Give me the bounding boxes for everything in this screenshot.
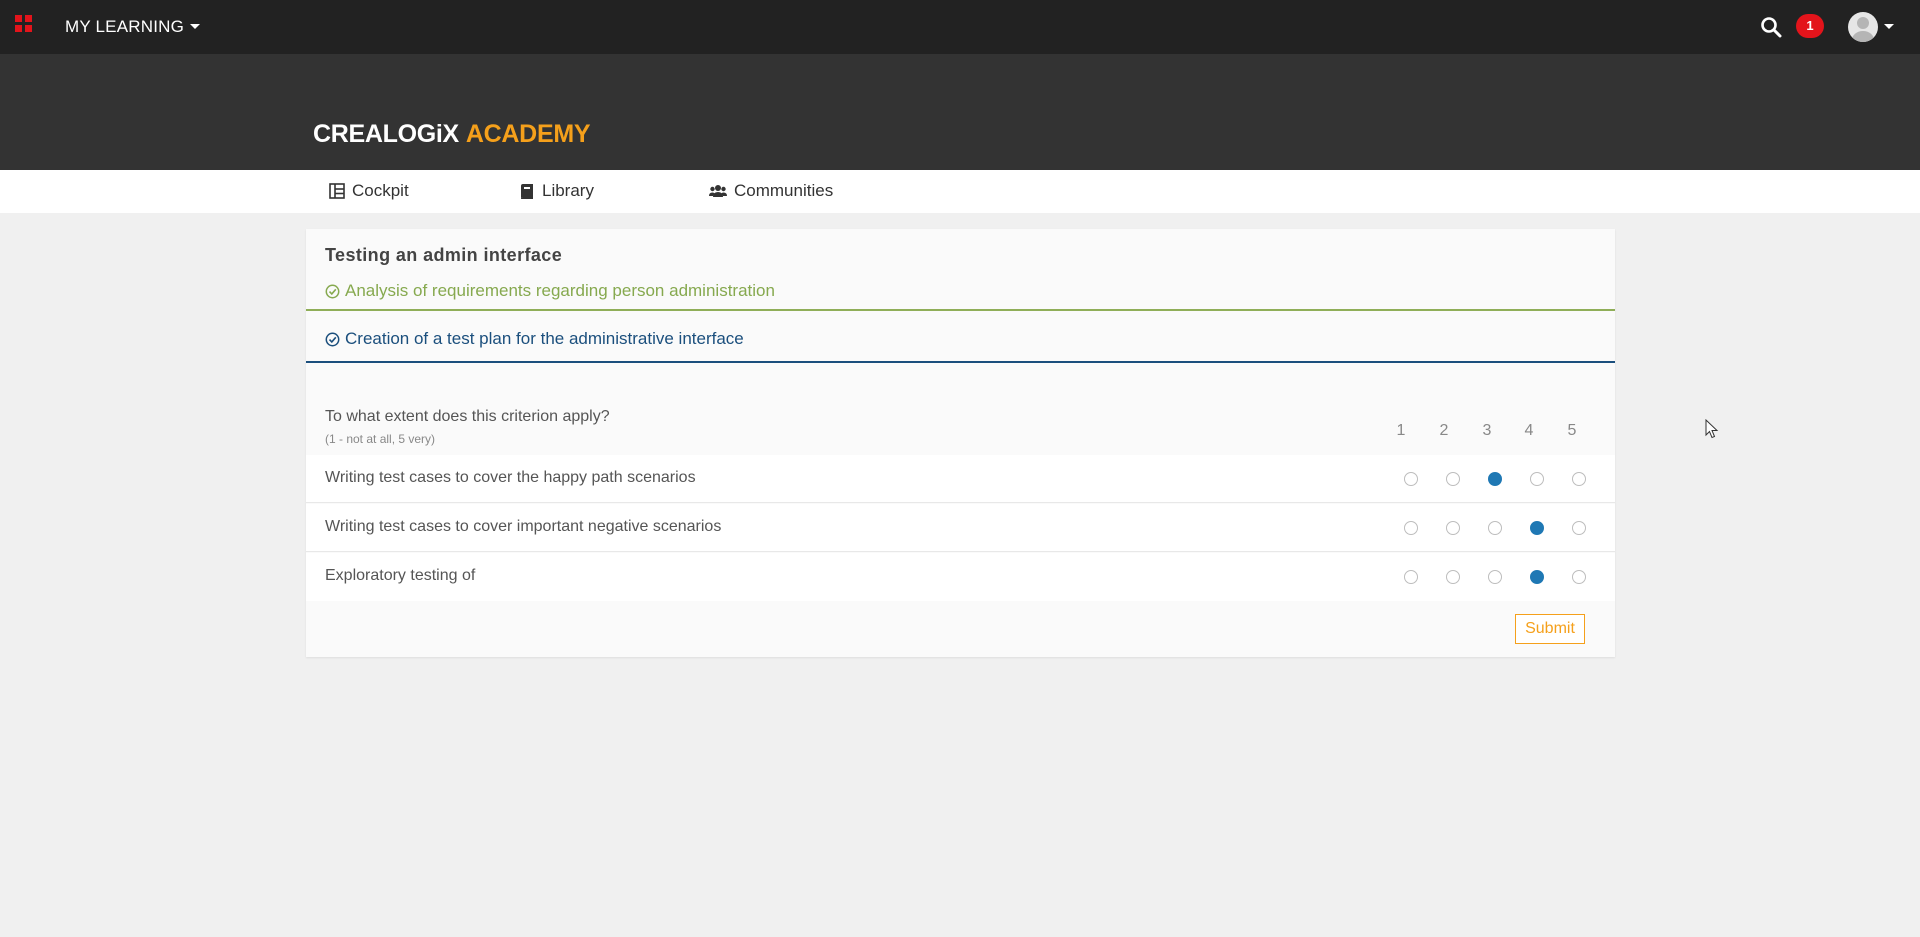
users-icon: [709, 185, 727, 197]
mouse-cursor-icon: [1705, 419, 1719, 439]
assessment-card: Testing an admin interface Analysis of r…: [306, 229, 1615, 657]
submit-button[interactable]: Submit: [1515, 614, 1585, 644]
rating-radio-5[interactable]: [1572, 570, 1586, 584]
rating-radio-4[interactable]: [1530, 570, 1544, 584]
rating-radio-1[interactable]: [1404, 472, 1418, 486]
nav-communities[interactable]: Communities: [709, 181, 833, 201]
notification-badge[interactable]: 1: [1796, 14, 1824, 38]
rating-radio-1[interactable]: [1404, 570, 1418, 584]
criterion-label: Writing test cases to cover important ne…: [325, 518, 722, 535]
criterion-row: Exploratory testing of: [306, 553, 1615, 601]
scale-label-4: 4: [1524, 422, 1534, 439]
criterion-label: Writing test cases to cover the happy pa…: [325, 469, 696, 486]
rating-radio-4[interactable]: [1530, 472, 1544, 486]
user-icon: [1852, 17, 1874, 42]
nav-cockpit[interactable]: Cockpit: [329, 181, 409, 201]
check-circle-icon: [325, 332, 340, 346]
criterion-row: Writing test cases to cover important ne…: [306, 504, 1615, 552]
nav-library-label: Library: [542, 181, 594, 200]
rating-radio-3[interactable]: [1488, 521, 1502, 535]
question-text: To what extent does this criterion apply…: [325, 408, 610, 425]
section-test-plan[interactable]: Creation of a test plan for the administ…: [306, 313, 1615, 363]
rating-radio-4[interactable]: [1530, 521, 1544, 535]
criterion-row: Writing test cases to cover the happy pa…: [306, 455, 1615, 503]
scale-label-2: 2: [1439, 422, 1449, 439]
nav-communities-label: Communities: [734, 181, 834, 200]
search-icon[interactable]: [1760, 16, 1782, 38]
section-label: Creation of a test plan for the administ…: [345, 329, 744, 348]
rating-radio-2[interactable]: [1446, 570, 1460, 584]
section-requirements-analysis[interactable]: Analysis of requirements regarding perso…: [306, 259, 1615, 311]
scale-label-1: 1: [1396, 422, 1406, 439]
brand-logo[interactable]: CREALOGiX ACADEMY: [313, 120, 591, 149]
main-nav: Cockpit Library Communities: [0, 170, 1920, 213]
rating-radio-5[interactable]: [1572, 521, 1586, 535]
rating-radio-3[interactable]: [1488, 472, 1502, 486]
section-label: Analysis of requirements regarding perso…: [345, 281, 775, 300]
rating-radio-2[interactable]: [1446, 472, 1460, 486]
logo-text-accent: ACADEMY: [465, 120, 591, 148]
scale-label-3: 3: [1482, 422, 1492, 439]
rating-radio-3[interactable]: [1488, 570, 1502, 584]
rating-radio-2[interactable]: [1446, 521, 1460, 535]
dashboard-icon: [329, 183, 345, 199]
rating-radio-1[interactable]: [1404, 521, 1418, 535]
apps-grid-icon[interactable]: [15, 15, 43, 39]
chevron-down-icon: [190, 23, 201, 29]
question-header: To what extent does this criterion apply…: [306, 395, 1615, 455]
my-learning-menu[interactable]: MY LEARNING: [65, 17, 201, 37]
nav-library[interactable]: Library: [519, 181, 594, 201]
check-circle-icon: [325, 284, 340, 298]
rating-radio-5[interactable]: [1572, 472, 1586, 486]
question-hint: (1 - not at all, 5 very): [325, 432, 436, 446]
top-bar: MY LEARNING 1: [0, 0, 1920, 54]
user-menu-chevron-icon[interactable]: [1884, 24, 1894, 29]
scale-label-5: 5: [1567, 422, 1577, 439]
criterion-label: Exploratory testing of: [325, 567, 476, 584]
my-learning-label: MY LEARNING: [65, 17, 185, 36]
nav-cockpit-label: Cockpit: [352, 181, 409, 200]
header-banner: CREALOGiX ACADEMY: [0, 54, 1920, 170]
logo-text-primary: CREALOGiX: [313, 120, 459, 148]
avatar[interactable]: [1848, 12, 1878, 42]
book-icon: [521, 183, 533, 199]
